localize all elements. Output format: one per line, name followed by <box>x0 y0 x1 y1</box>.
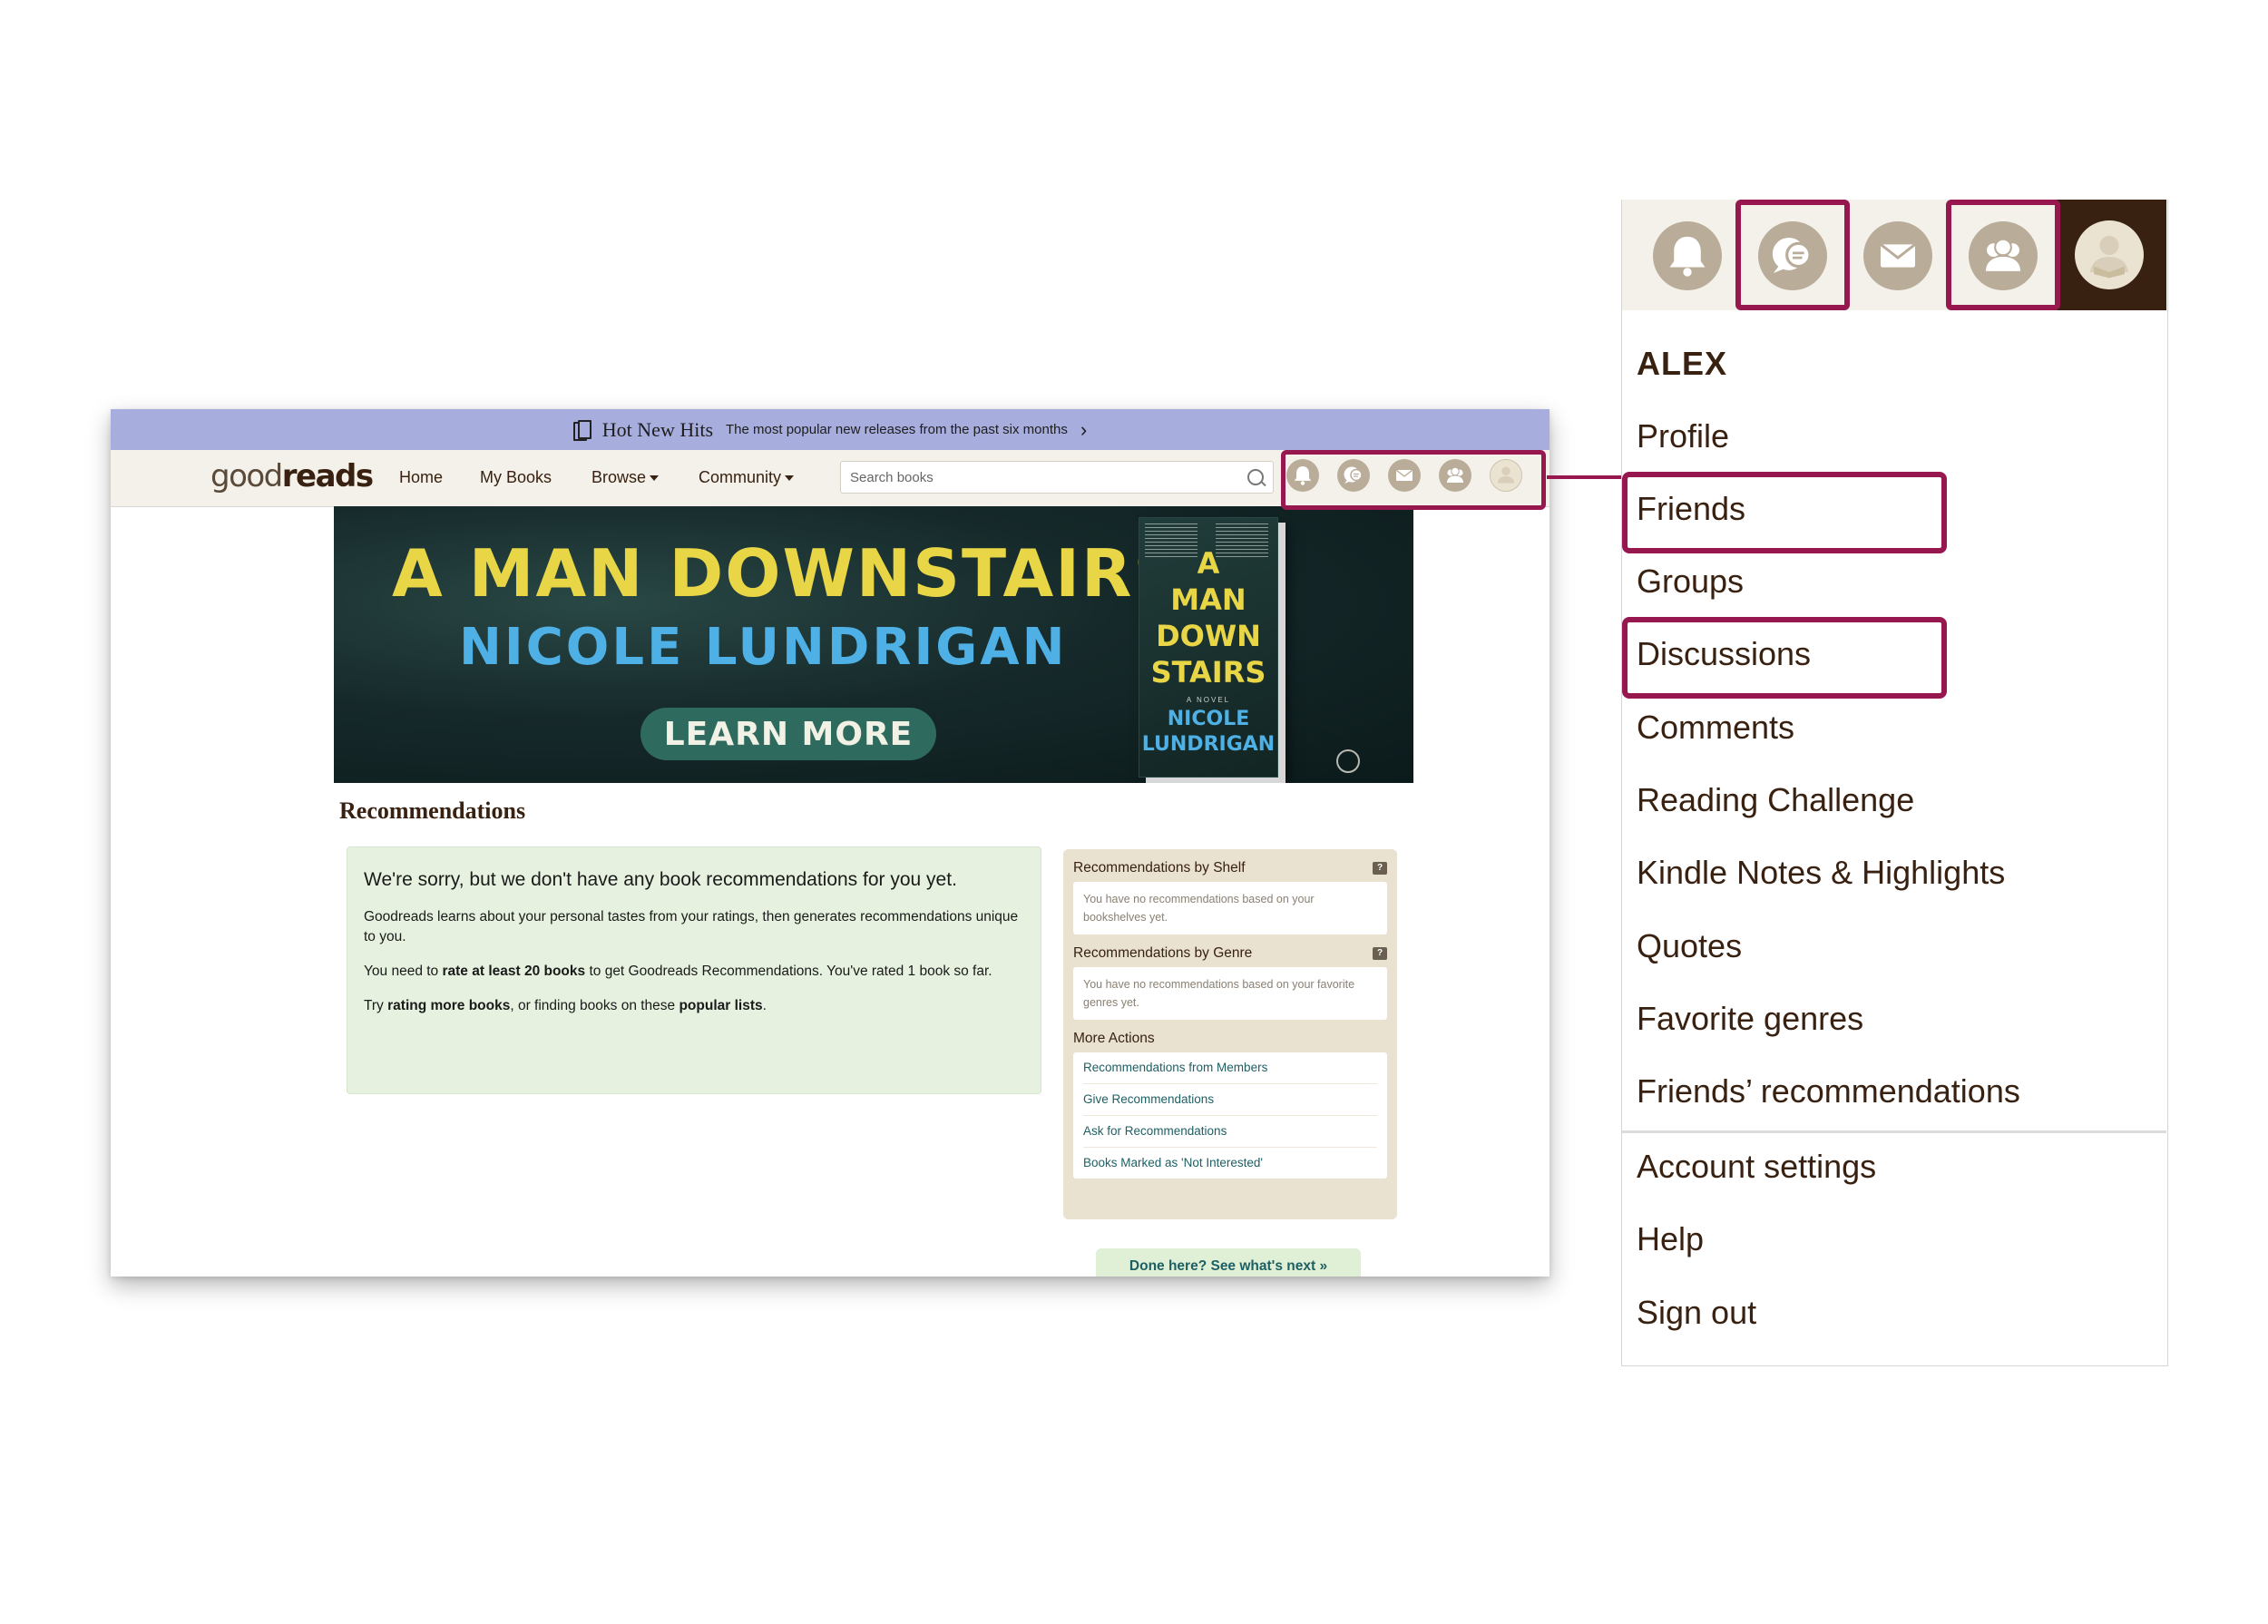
cover-novel-label: A NOVEL <box>1186 696 1231 704</box>
help-icon[interactable]: ? <box>1373 947 1387 960</box>
search-input[interactable] <box>840 461 1274 494</box>
friends-icon-highlight <box>1946 200 2060 310</box>
goodreads-logo[interactable]: goodreads <box>210 458 374 494</box>
avatar[interactable] <box>2075 220 2144 289</box>
no-recommendations-notice: We're sorry, but we don't have any book … <box>347 846 1041 1094</box>
menu-favorite-genres[interactable]: Favorite genres <box>1637 1000 1863 1038</box>
menu-groups[interactable]: Groups <box>1637 563 1744 601</box>
by-genre-empty: You have no recommendations based on you… <box>1073 967 1387 1020</box>
avatar-cell <box>2056 200 2166 310</box>
menu-kindle-notes[interactable]: Kindle Notes & Highlights <box>1637 854 2005 892</box>
menu-reading-challenge[interactable]: Reading Challenge <box>1637 781 1914 819</box>
nav-community[interactable]: Community <box>699 468 795 487</box>
recommendations-sidebar: Recommendations by Shelf? You have no re… <box>1063 849 1397 1219</box>
book-cover: A MAN DOWN STAIRS A NOVEL NICOLE LUNDRIG… <box>1139 517 1278 778</box>
learn-more-button[interactable]: LEARN MORE <box>640 708 936 760</box>
action-recommendations-from-members[interactable]: Recommendations from Members <box>1083 1052 1377 1084</box>
caret-down-icon <box>650 475 660 482</box>
promo-bar[interactable]: Hot New Hits The most popular new releas… <box>111 409 1549 450</box>
action-give-recommendations[interactable]: Give Recommendations <box>1083 1084 1377 1116</box>
nav-home[interactable]: Home <box>399 468 443 487</box>
menu-comments[interactable]: Comments <box>1637 709 1794 747</box>
popular-lists-link[interactable]: popular lists <box>679 998 762 1013</box>
notice-title: We're sorry, but we don't have any book … <box>364 869 957 890</box>
nav-my-books[interactable]: My Books <box>480 468 552 487</box>
menu-quotes[interactable]: Quotes <box>1637 927 1742 965</box>
nav-icons-highlight <box>1281 450 1546 510</box>
by-shelf-heading: Recommendations by Shelf? <box>1073 860 1387 876</box>
page-title: Recommendations <box>339 797 526 824</box>
search-icon[interactable] <box>1247 469 1264 485</box>
done-here-button[interactable]: Done here? See what's next » <box>1096 1248 1361 1277</box>
zoomed-icon-bar <box>1622 200 2166 310</box>
bell-icon[interactable] <box>1653 221 1722 290</box>
profile-dropdown-panel: ALEX Profile Friends Groups Discussions … <box>1621 200 2168 1366</box>
mail-icon[interactable] <box>1863 221 1932 290</box>
promo-title: Hot New Hits <box>601 417 714 441</box>
caret-down-icon <box>785 475 795 482</box>
menu-friends-recommendations[interactable]: Friends’ recommendations <box>1637 1072 2020 1110</box>
banner-author: NICOLE LUNDRIGAN <box>459 618 1068 677</box>
banner-title: A MAN DOWNSTAIRS <box>392 535 1183 611</box>
more-actions-heading: More Actions <box>1073 1031 1155 1046</box>
books-icon <box>572 419 591 441</box>
menu-account-settings[interactable]: Account settings <box>1637 1148 1876 1186</box>
action-ask-for-recommendations[interactable]: Ask for Recommendations <box>1083 1116 1377 1148</box>
goodreads-window: Hot New Hits The most popular new releas… <box>111 409 1549 1277</box>
help-icon[interactable]: ? <box>1373 862 1387 875</box>
notice-paragraph-2: You need to rate at least 20 books to ge… <box>364 964 992 979</box>
friends-highlight <box>1622 472 1947 553</box>
action-books-not-interested[interactable]: Books Marked as 'Not Interested' <box>1083 1148 1377 1179</box>
notice-paragraph-3: Try rating more books, or finding books … <box>364 998 767 1013</box>
menu-profile[interactable]: Profile <box>1637 417 1729 455</box>
nav-browse[interactable]: Browse <box>591 468 660 487</box>
discussion-icon-highlight <box>1735 200 1850 310</box>
publisher-logo <box>1336 749 1360 773</box>
cover-author: NICOLE LUNDRIGAN <box>1141 708 1276 756</box>
callout-connector <box>1547 475 1625 479</box>
ad-banner[interactable]: A MAN DOWNSTAIRS NICOLE LUNDRIGAN LEARN … <box>334 506 1413 783</box>
username: ALEX <box>1637 345 1728 382</box>
promo-subtitle: The most popular new releases from the p… <box>726 422 1068 437</box>
cover-title: A MAN DOWN STAIRS <box>1150 546 1266 690</box>
by-shelf-empty: You have no recommendations based on you… <box>1073 882 1387 934</box>
more-actions-list: Recommendations from Members Give Recomm… <box>1073 1052 1387 1179</box>
discussions-highlight <box>1622 617 1947 699</box>
by-genre-heading: Recommendations by Genre? <box>1073 945 1387 962</box>
menu-divider <box>1622 1130 2166 1133</box>
menu-sign-out[interactable]: Sign out <box>1637 1294 1756 1332</box>
menu-help[interactable]: Help <box>1637 1220 1704 1258</box>
rate-20-books-text: rate at least 20 books <box>442 964 586 979</box>
notice-paragraph-1: Goodreads learns about your personal tas… <box>364 909 1019 944</box>
chevron-right-icon: › <box>1080 417 1088 441</box>
rating-more-books-link[interactable]: rating more books <box>387 998 510 1013</box>
